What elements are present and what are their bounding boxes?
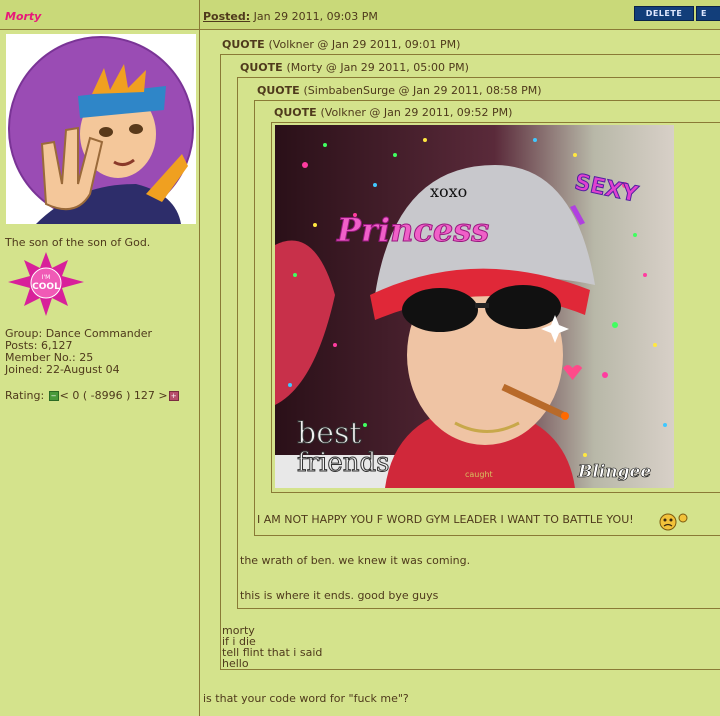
quote-header-2: QUOTE (Morty @ Jan 29 2011, 05:00 PM)	[240, 61, 469, 74]
reply-line: hello	[222, 657, 249, 670]
blingee-image: xoxo SEXY Princess best friends Blingee …	[275, 125, 674, 488]
quote-meta: (Volkner @ Jan 29 2011, 09:52 PM)	[320, 106, 513, 119]
quote-label: QUOTE	[257, 84, 300, 97]
member-stats: Group: Dance Commander Posts: 6,127 Memb…	[5, 328, 152, 376]
quote-header-1: QUOTE (Volkner @ Jan 29 2011, 09:01 PM)	[222, 38, 460, 51]
rating-label: Rating:	[5, 389, 45, 402]
rate-up-button[interactable]: +	[168, 391, 179, 401]
author-name[interactable]: Morty	[5, 10, 41, 23]
quote-2-reply-2: this is where it ends. good bye guys	[240, 589, 439, 602]
quote-header-4: QUOTE (Volkner @ Jan 29 2011, 09:52 PM)	[274, 106, 512, 119]
friends-text: friends	[297, 448, 390, 478]
author-profile: The son of the son of God. I'M COOL Grou…	[0, 30, 200, 716]
posted-link[interactable]: Posted:	[203, 10, 250, 23]
rate-down-button[interactable]: −	[48, 391, 59, 401]
badge-text-bottom: COOL	[32, 282, 60, 292]
delete-button[interactable]: DELETE	[634, 6, 694, 21]
author-cell: Morty	[0, 0, 200, 29]
posted-line: Posted: Jan 29 2011, 09:03 PM	[203, 10, 378, 23]
blingee-picture: xoxo SEXY Princess best friends Blingee …	[275, 125, 674, 488]
angry-smiley-icon	[659, 512, 689, 535]
quote-2-reply-1: the wrath of ben. we knew it was coming.	[240, 554, 471, 567]
avatar-cartoon-icon	[8, 36, 194, 224]
quote-label: QUOTE	[274, 106, 317, 119]
quote-3-reply: I AM NOT HAPPY YOU F WORD GYM LEADER I W…	[257, 513, 634, 526]
quote-meta: (SimbabenSurge @ Jan 29 2011, 08:58 PM)	[303, 84, 542, 97]
posted-date: Jan 29 2011, 09:03 PM	[253, 10, 378, 23]
princess-text: Princess	[336, 211, 489, 249]
stat-joined: Joined: 22-August 04	[5, 363, 120, 376]
post-header: Morty Posted: Jan 29 2011, 09:03 PM DELE…	[0, 0, 720, 30]
edit-button[interactable]: E	[696, 6, 720, 21]
quote-meta: (Morty @ Jan 29 2011, 05:00 PM)	[286, 61, 469, 74]
quote-meta: (Volkner @ Jan 29 2011, 09:01 PM)	[268, 38, 461, 51]
quote-label: QUOTE	[240, 61, 283, 74]
badge-text-top: I'M	[42, 274, 51, 281]
member-title: The son of the son of God.	[5, 236, 151, 249]
rating: Rating: − < 0 ( -8996 ) 127 > +	[5, 389, 180, 402]
quote-1-reply: morty if i die tell flint that i said he…	[222, 625, 322, 669]
blingee-logo-text: Blingee	[577, 462, 651, 482]
im-cool-badge: I'M COOL	[8, 252, 84, 319]
smiley-icon	[659, 513, 688, 531]
belt-text: caught	[465, 470, 493, 479]
post-reply: is that your code word for "fuck me"?	[203, 692, 409, 705]
quote-label: QUOTE	[222, 38, 265, 51]
rating-value: < 0 ( -8996 ) 127 >	[59, 389, 168, 402]
avatar	[6, 34, 196, 224]
xoxo-text: xoxo	[430, 182, 467, 201]
best-text: best	[297, 416, 361, 451]
star-badge-icon: I'M COOL	[8, 252, 84, 316]
quote-header-3: QUOTE (SimbabenSurge @ Jan 29 2011, 08:5…	[257, 84, 542, 97]
